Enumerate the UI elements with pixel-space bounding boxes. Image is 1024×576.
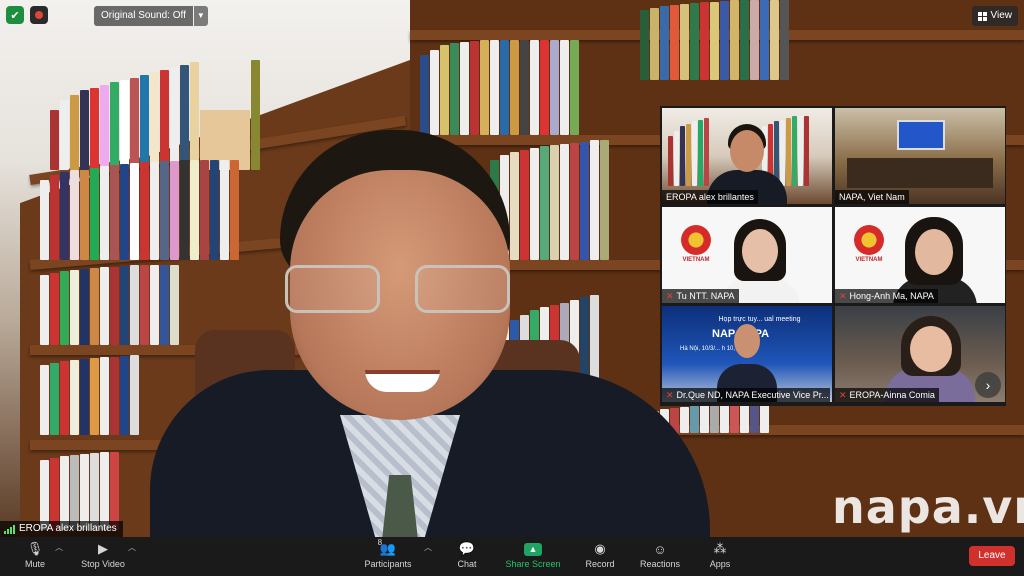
participant-tile[interactable]: VIETNAM ✕ Tu NTT. NAPA	[662, 207, 832, 303]
mic-muted-icon: ✕	[666, 291, 674, 301]
napa-logo: VIETNAM	[849, 225, 889, 263]
participant-gallery: EROPA alex brillantes NAPA, Viet Nam VIE…	[660, 106, 1006, 406]
signal-strength-icon	[4, 524, 15, 534]
microphone-icon: 🎙	[26, 541, 44, 556]
chat-button[interactable]: 💬 Chat	[432, 540, 502, 569]
reactions-icon: ☺	[653, 541, 667, 557]
view-label: View	[990, 10, 1013, 21]
participant-tile[interactable]: NAPA, Viet Nam	[835, 108, 1005, 204]
security-shield-icon[interactable]: ✔	[6, 6, 24, 24]
mic-muted-icon: ✕	[666, 390, 674, 400]
record-icon: ◉	[594, 541, 606, 556]
participant-name: ✕ Dr.Que ND, NAPA Executive Vice Pr...	[662, 388, 830, 402]
apps-button[interactable]: ⁂ Apps	[685, 540, 755, 569]
share-screen-icon: ▲	[524, 540, 542, 558]
participant-tile[interactable]: EROPA alex brillantes	[662, 108, 832, 204]
participants-icon: 👥 8	[377, 538, 397, 556]
watermark: napa.vn	[832, 480, 1024, 534]
apps-icon: ⁂	[713, 541, 727, 556]
speaker-person	[150, 130, 710, 537]
books-row	[40, 355, 139, 435]
view-button[interactable]: View	[971, 6, 1018, 26]
grid-view-icon	[977, 11, 987, 21]
chevron-right-icon[interactable]: ›	[975, 372, 1001, 398]
active-speaker-name: EROPA alex brillantes	[0, 521, 123, 537]
speaker-glasses	[285, 265, 515, 315]
meeting-status-icons: ✔	[6, 6, 48, 24]
video-options-caret[interactable]: ︿	[128, 542, 136, 553]
banner-line: Họp trực tuy... ual meeting	[718, 316, 801, 323]
participants-options-caret[interactable]: ︿	[424, 542, 432, 553]
napa-logo: VIETNAM	[676, 225, 716, 263]
leave-button[interactable]: Leave	[969, 546, 1015, 566]
participant-name: ✕ EROPA-Ainna Comia	[835, 388, 939, 402]
participant-tile[interactable]: VIETNAM ✕ Hong-Anh Ma, NAPA	[835, 207, 1005, 303]
participant-tile[interactable]: Họp trực tuy... ual meeting NAP... OPA H…	[662, 306, 832, 402]
books-row	[640, 0, 789, 80]
meeting-toolbar: 🎙 Mute ︿ ▶ Stop Video ︿ 👥 8 Participants …	[0, 537, 1024, 576]
video-camera-icon: ▶	[98, 541, 108, 556]
original-sound-label[interactable]: Original Sound: Off	[94, 6, 193, 26]
books-row	[420, 40, 579, 135]
chevron-down-icon[interactable]: ▼	[193, 6, 208, 26]
speaker-mouth	[365, 370, 440, 392]
participant-name: ✕ Tu NTT. NAPA	[662, 289, 739, 303]
share-screen-button[interactable]: ▲ Share Screen	[498, 540, 568, 569]
original-sound-control[interactable]: Original Sound: Off ▼	[94, 6, 208, 26]
participant-name: NAPA, Viet Nam	[835, 190, 909, 204]
participants-button[interactable]: 👥 8 Participants	[353, 538, 423, 569]
books-row	[40, 450, 119, 530]
active-speaker-label: EROPA alex brillantes	[19, 523, 117, 534]
participant-name: ✕ Hong-Anh Ma, NAPA	[835, 289, 938, 303]
mute-options-caret[interactable]: ︿	[55, 542, 63, 553]
mic-muted-icon: ✕	[839, 291, 847, 301]
mic-muted-icon: ✕	[839, 390, 847, 400]
participant-tile[interactable]: › ✕ EROPA-Ainna Comia	[835, 306, 1005, 402]
participants-count: 8	[377, 538, 383, 547]
chat-icon: 💬	[458, 541, 476, 556]
recording-icon[interactable]	[30, 6, 48, 24]
participant-name: EROPA alex brillantes	[662, 190, 758, 204]
